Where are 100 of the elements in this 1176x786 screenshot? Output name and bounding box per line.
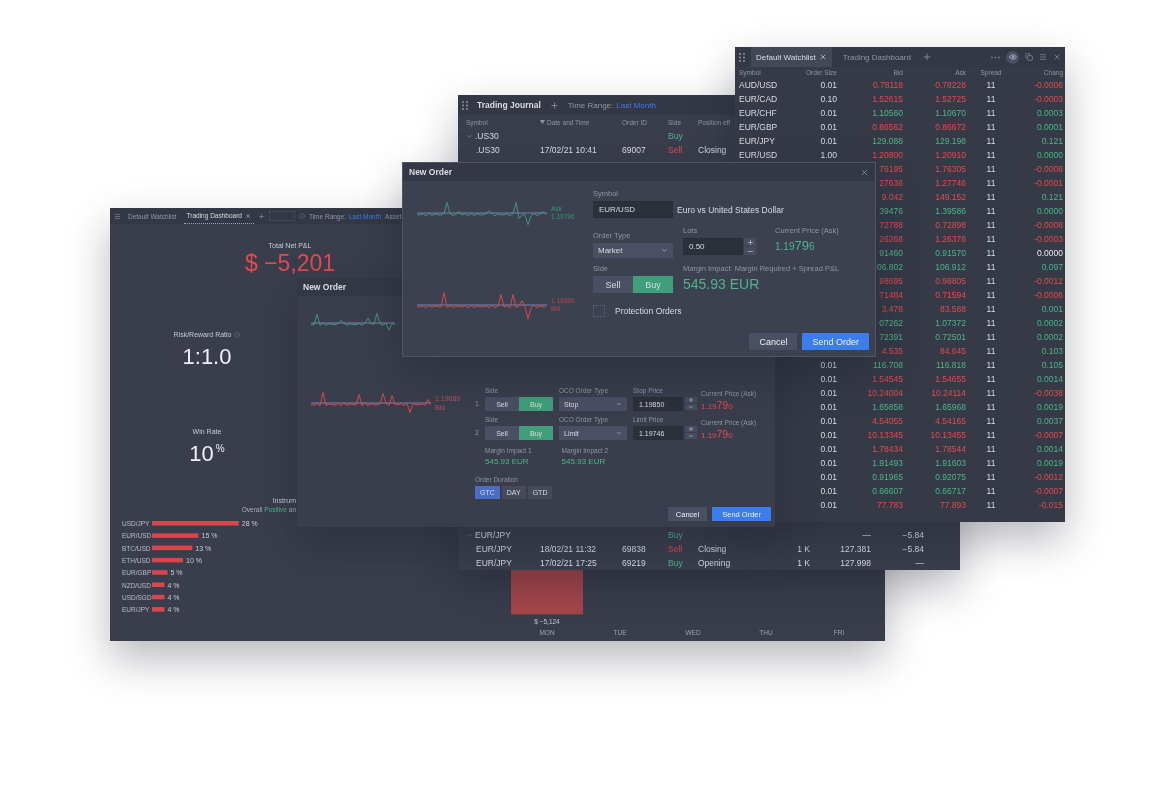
table-cell: 0.01 [820,444,837,454]
bid-cell: 0.66607 [872,486,903,496]
ask-cell: 0.66717 [935,486,966,496]
decrement-button[interactable] [685,433,697,439]
bid-cell: 10.24004 [867,388,903,398]
drag-handle-icon[interactable] [739,52,745,62]
current-price: 1.19790 [701,429,734,440]
checkbox[interactable] [593,305,605,317]
minus-icon[interactable] [688,433,694,439]
change-cell: -0.0006 [1034,290,1063,300]
ask-cell: 106.912 [935,262,966,272]
bid-cell: 06.802 [877,262,903,272]
table-cell: 11 [986,108,996,118]
ask-cell: 0.92075 [935,472,966,482]
side-toggle[interactable]: Buy [633,276,673,293]
chevron-icon[interactable] [466,132,473,140]
info-icon[interactable] [298,213,305,219]
ask-cell: 1.26378 [935,234,966,244]
ask-cell: 84.645 [940,346,966,356]
side-cell: Buy [668,530,683,540]
plus-icon[interactable] [257,212,265,220]
table-cell: 0.01 [820,388,837,398]
increment-button[interactable] [685,426,697,432]
plus-icon[interactable] [549,100,559,110]
table-cell: 11 [986,164,996,174]
table-cell: EUR/JPY [475,530,511,540]
change-cell: -0.0007 [1034,430,1063,440]
side-toggle[interactable]: Sell [593,276,633,293]
menu-icon[interactable] [114,212,121,220]
order-type-select[interactable]: Market [593,243,673,258]
change-cell: -0.0006 [1034,164,1063,174]
time-range-selector[interactable]: Time Range: Last Month [567,100,656,110]
bid-cell: 4.535 [881,346,903,356]
change-cell: 0.0001 [1037,122,1063,132]
plus-icon[interactable] [688,397,694,403]
table-cell: 11 [986,234,996,244]
instrument-bar [152,570,168,575]
sort-icon[interactable] [540,120,545,124]
search-field[interactable] [268,211,295,221]
table-cell: 11 [986,374,996,384]
table-cell: 11 [986,94,996,104]
increment-button[interactable] [685,397,697,403]
info-icon[interactable] [234,331,241,338]
table-cell: 11 [986,304,996,314]
lots-field[interactable]: 0.50 [683,238,743,255]
table-cell: 0.01 [820,108,837,118]
table-cell: 0.01 [820,486,837,496]
close-icon[interactable] [1053,53,1061,61]
ask-cell: 0.71594 [935,290,966,300]
ask-cell: 0.72501 [935,332,966,342]
table-cell: 11 [986,402,996,412]
table-cell: — [915,558,924,568]
send-order-button[interactable]: Send Order [802,333,869,350]
ask-cell: 1.91603 [935,458,966,468]
dialog-title: New Order [303,282,346,292]
more-icon[interactable] [991,55,1000,59]
instrument-bar [152,594,165,600]
ask-cell: 1.78544 [935,444,966,454]
table-cell: 69838 [622,544,646,554]
table-cell: 0.01 [820,374,837,384]
table-cell: 0.01 [820,458,837,468]
chevron-icon[interactable] [466,531,473,539]
plus-icon[interactable] [688,426,694,432]
table-cell: .US30 [475,131,499,141]
drag-handle-icon[interactable] [462,100,468,110]
bid-cell: 1.20800 [872,150,903,160]
symbol-field[interactable]: EUR/USD [593,201,673,218]
instrument-bar [152,557,183,563]
close-icon[interactable] [860,167,869,177]
change-cell: -0.0007 [1034,486,1063,496]
tab[interactable]: Trading Dashboard [837,47,916,67]
table-cell: −5.84 [902,544,924,554]
bid-cell: 77.783 [877,500,903,510]
ask-cell: 1.39586 [935,206,966,216]
total-pnl-value: $ −5,201 [244,252,336,275]
table-cell: 1 K [797,544,810,554]
cancel-button[interactable]: Cancel [749,333,798,350]
decrement-button[interactable] [685,404,697,410]
bid-cell: 1.10560 [872,108,903,118]
ask-cell: 0.86672 [935,122,966,132]
menu-icon[interactable] [1039,53,1047,61]
bid-cell: 39476 [879,206,903,216]
table-cell: 0.10 [820,94,837,104]
table-cell: 1.00 [820,150,837,160]
ask-cell: 129.198 [935,136,966,146]
ask-cell: 4.54165 [935,416,966,426]
close-icon[interactable] [818,53,827,61]
change-cell: -0.0003 [1034,234,1063,244]
win-rate-value: 10% [189,443,225,465]
plus-icon[interactable] [921,52,932,62]
bid-cell: 1.78434 [872,444,903,454]
ask-cell: 1.10670 [935,108,966,118]
copy-icon[interactable] [1025,53,1033,61]
ask-cell: 116.818 [935,360,966,370]
symbol-cell: EUR/CHF [739,108,777,118]
minus-icon[interactable] [688,404,694,410]
close-icon[interactable] [244,212,251,219]
table-cell: Opening [698,558,731,568]
tab[interactable]: Default Watchlist [751,47,832,67]
table-cell: 127.381 [840,544,871,554]
